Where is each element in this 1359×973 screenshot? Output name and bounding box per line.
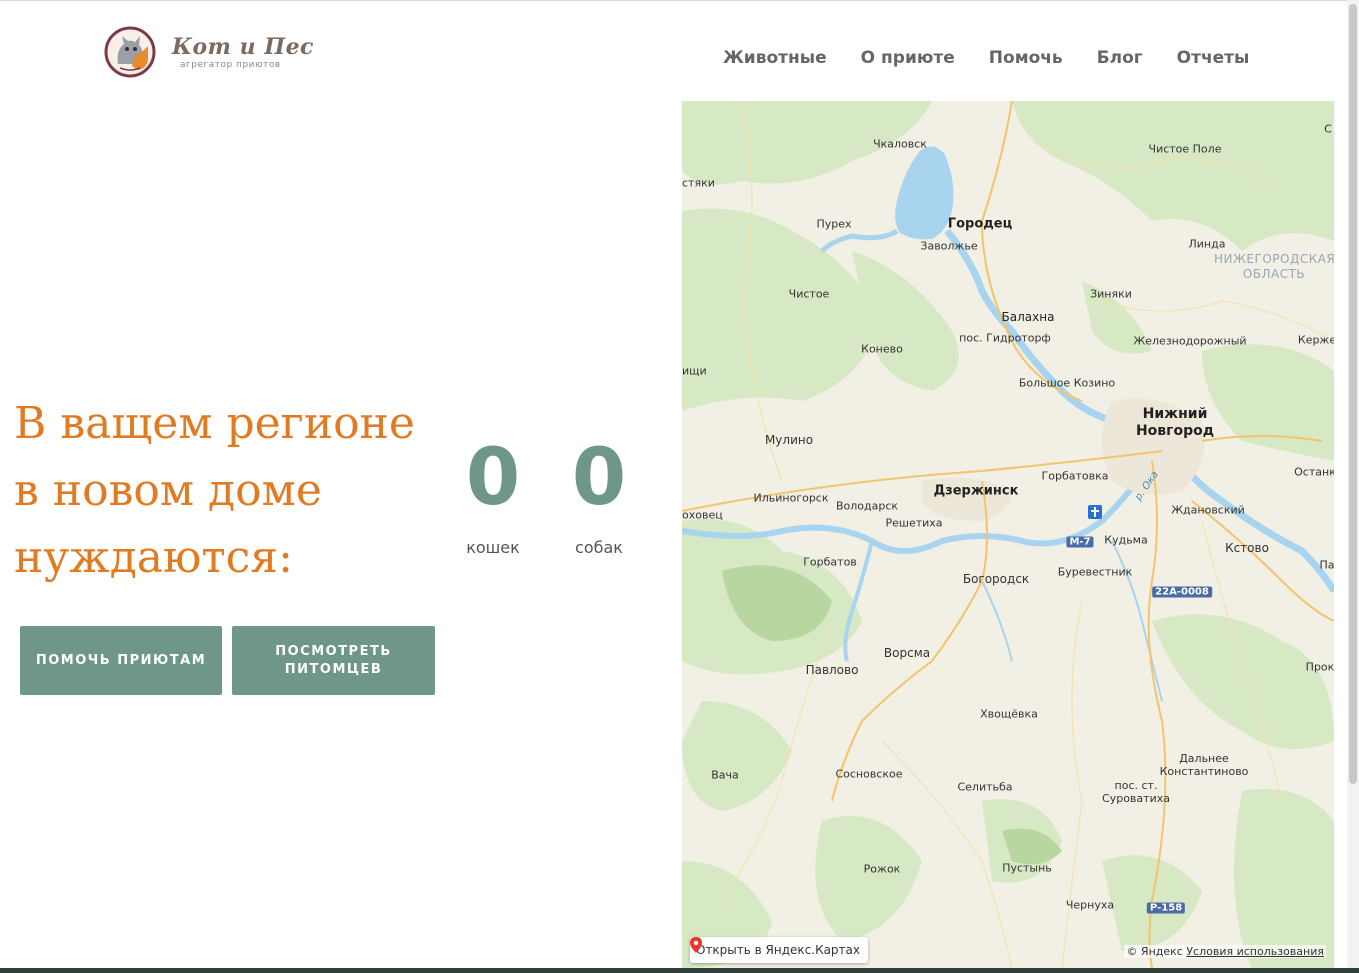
map-label-ishchi: ищи [682, 364, 707, 378]
map-label-prok: Прок [1305, 660, 1334, 674]
map-label-gidrotorf: пос. Гидроторф [959, 331, 1051, 345]
map-label-c-edge: С [1324, 122, 1332, 136]
map-label-burevestnik: Буревестник [1057, 565, 1133, 579]
map-label-chistoe-pole: Чистое Поле [1148, 142, 1222, 156]
map-label-road-r158: Р-158 [1146, 902, 1186, 914]
map-label-linda: Линда [1188, 237, 1226, 251]
hero-title: В ващем регионе в новом доме нуждаются: [14, 398, 415, 583]
map-label-mulino: Мулино [764, 433, 814, 447]
help-shelters-button[interactable]: ПОМОЧЬ ПРИЮТАМ [20, 626, 222, 695]
region-map[interactable]: Чкаловск Чистое Поле стяки Пурех Городец… [682, 101, 1334, 968]
map-label-gorbatov: Горбатов [803, 555, 857, 569]
map-attribution: © Яндекс Условия использования [1124, 945, 1326, 958]
map-label-ostank: Останк [1294, 465, 1334, 479]
brand-logo[interactable]: Кот и Пес агрегатор приютов [104, 26, 314, 78]
dogs-label: собак [575, 538, 623, 557]
map-copyright: © Яндекс [1126, 945, 1183, 958]
view-pets-button[interactable]: ПОСМОТРЕТЬ ПИТОМЦЕВ [232, 626, 435, 695]
open-in-yandex-maps-link[interactable]: Открыть в Яндекс.Картах [690, 937, 868, 963]
map-label-balakhna: Балахна [1001, 310, 1055, 324]
map-label-dalnee-konstantinovo: Дальнее Константиново [1159, 752, 1249, 778]
map-label-dzerzhinsk: Дзержинск [933, 483, 1019, 499]
map-label-kstovo: Кстово [1225, 541, 1269, 555]
nav-item-blog[interactable]: Блог [1080, 48, 1160, 68]
map-label-road-22a: 22А-0008 [1152, 586, 1212, 598]
map-label-zavolzhye: Заволжье [920, 239, 978, 253]
map-label-road-m7: М-7 [1066, 536, 1094, 548]
map-label-kerzhe: Керже [1297, 333, 1334, 347]
map-label-ilinogorsk: Ильиногорск [753, 491, 829, 505]
dogs-count: 0 [571, 433, 627, 523]
map-label-volodarsk: Володарск [835, 499, 899, 513]
main-nav: Животные О приюте Помочь Блог Отчеты [706, 48, 1266, 68]
map-label-pa: Па [1319, 558, 1334, 572]
map-label-vacha: Вача [711, 768, 739, 782]
map-label-konevo: Конево [861, 342, 903, 356]
map-label-vorsma: Ворсма [883, 646, 931, 660]
cats-label: кошек [466, 538, 520, 557]
open-in-yandex-maps-label: Открыть в Яндекс.Картах [696, 943, 860, 957]
map-terms-link[interactable]: Условия использования [1186, 945, 1324, 958]
map-label-sosnovskoe: Сосновское [835, 767, 903, 781]
dogs-counter: 0 собак [566, 432, 632, 557]
nav-item-help[interactable]: Помочь [972, 48, 1080, 68]
map-label-purekh: Пурех [816, 217, 852, 231]
cats-counter: 0 кошек [462, 432, 524, 557]
map-label-gorbatovka: Горбатовка [1041, 469, 1109, 483]
map-label-bogorodsk: Богородск [962, 572, 1030, 586]
map-label-gorodets: Городец [947, 216, 1013, 232]
map-label-kudma: Кудьма [1104, 533, 1148, 547]
map-label-zinyaki: Зиняки [1090, 287, 1132, 301]
brand-tagline: агрегатор приютов [180, 60, 281, 70]
brand-name: Кот и Пес [172, 34, 314, 60]
map-label-khvoschevka: Хвощёвка [980, 707, 1038, 721]
nav-item-reports[interactable]: Отчеты [1160, 48, 1267, 68]
map-label-zhdanovsky: Ждановский [1171, 503, 1245, 517]
map-label-surovatikha: пос. ст. Суроватиха [1102, 779, 1170, 805]
page-bottom-bar [0, 968, 1359, 973]
map-label-chistoe: Чистое [788, 287, 830, 301]
nav-item-about[interactable]: О приюте [844, 48, 972, 68]
map-label-pavlovo: Павлово [805, 663, 859, 677]
map-label-rozhok: Рожок [863, 862, 901, 876]
map-label-region: НИЖЕГОРОДСКАЯ ОБЛАСТЬ [1214, 252, 1334, 281]
page-top-border [0, 0, 1359, 1]
map-label-styaki: стяки [682, 176, 715, 190]
cats-count: 0 [465, 433, 521, 523]
map-label-chernukha: Чернуха [1065, 898, 1115, 912]
map-label-nizhny-novgorod: Нижний Новгород [1135, 406, 1215, 439]
map-label-okhovets: оховец [682, 508, 723, 522]
cat-dog-logo-icon [104, 26, 156, 78]
map-pin-icon [690, 937, 702, 953]
map-label-selitba: Селитьба [957, 780, 1013, 794]
map-label-reshetikha: Решетиха [885, 516, 943, 530]
map-label-zheleznodorozhny: Железнодорожный [1133, 334, 1247, 348]
map-label-bolshoe-kozino: Большое Козино [1018, 376, 1116, 390]
map-label-pustyn: Пустынь [1002, 861, 1052, 875]
scrollbar-thumb[interactable] [1349, 4, 1357, 784]
nav-item-animals[interactable]: Животные [706, 48, 844, 68]
map-label-chkalovsk: Чкаловск [873, 137, 927, 151]
